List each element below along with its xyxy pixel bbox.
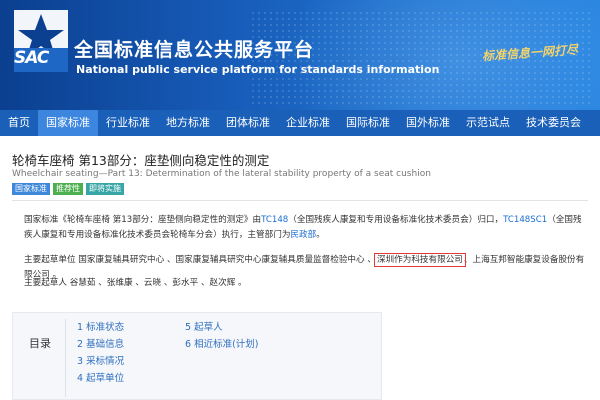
site-subtitle: National public service platform for sta… (76, 63, 440, 76)
toc-item[interactable]: 5 起草人 (185, 321, 258, 335)
standard-description: 国家标准《轮椅车座椅 第13部分：座垫侧向稳定性的测定》由TC148（全国残疾人… (24, 213, 589, 243)
nav-item-3[interactable]: 地方标准 (158, 110, 218, 136)
drafters: 主要起草人 谷慧茹 、张维康 、云晓 、彭水平 、赵次辉 。 (24, 278, 247, 288)
table-of-contents: 目录 1 标准状态 2 基础信息 3 采标情况 4 起草单位 5 起草人 6 相近标准(… (12, 312, 382, 400)
toc-item[interactable]: 2 基础信息 (77, 338, 124, 352)
ministry-link[interactable]: 民政部 (290, 230, 316, 240)
nav-item-9[interactable]: 技术委员会 (518, 110, 589, 136)
page-title-en: Wheelchair seating—Part 13: Determinatio… (12, 169, 431, 179)
status-badge-nature: 推荐性 (53, 183, 83, 195)
page-title: 轮椅车座椅 第13部分：座垫侧向稳定性的测定 (12, 153, 270, 168)
nav-item-0[interactable]: 首页 (0, 110, 38, 136)
nav-item-5[interactable]: 企业标准 (278, 110, 338, 136)
nav-item-4[interactable]: 团体标准 (218, 110, 278, 136)
nav-item-8[interactable]: 示范试点 (458, 110, 518, 136)
logo-text: SAC (14, 48, 49, 68)
highlighted-unit: 深圳作为科技有限公司 (373, 253, 466, 267)
nav-item-6[interactable]: 国际标准 (338, 110, 398, 136)
desc-text: （全国残疾人康复和专用设备标准化技术委员会）归口， (288, 215, 504, 225)
desc-text: 。 (316, 230, 325, 240)
nav-item-7[interactable]: 国外标准 (398, 110, 458, 136)
desc-text: 国家标准《轮椅车座椅 第13部分：座垫侧向稳定性的测定》由 (24, 215, 262, 225)
site-title: 全国标准信息公共服务平台 (74, 39, 315, 61)
toc-label: 目录 (29, 337, 51, 350)
status-badge-state: 即将实施 (86, 183, 124, 195)
toc-item[interactable]: 1 标准状态 (77, 321, 124, 335)
tc148sc1-link[interactable]: TC148SC1 (503, 215, 547, 225)
main-nav: 首页 国家标准 行业标准 地方标准 团体标准 企业标准 国际标准 国外标准 示范试点 技术委员会 (0, 110, 600, 136)
toc-column-2: 5 起草人 6 相近标准(计划) (185, 321, 258, 352)
tc148-link[interactable]: TC148 (261, 215, 288, 225)
toc-column-1: 1 标准状态 2 基础信息 3 采标情况 4 起草单位 (77, 321, 124, 386)
nav-item-1[interactable]: 国家标准 (38, 110, 98, 136)
toc-divider (65, 319, 66, 397)
status-badge-type: 国家标准 (12, 183, 50, 195)
units-text: 主要起草单位 国家康复辅具研究中心 、国家康复辅具研究中心康复辅具质量监督检验中… (24, 255, 376, 265)
nav-item-2[interactable]: 行业标准 (98, 110, 158, 136)
status-badges: 国家标准 推荐性 即将实施 (12, 183, 124, 195)
toc-item[interactable]: 3 采标情况 (77, 355, 124, 369)
site-banner: SAC 全国标准信息公共服务平台 National public service… (0, 0, 600, 110)
divider (12, 200, 588, 201)
toc-item[interactable]: 4 起草单位 (77, 372, 124, 386)
toc-item[interactable]: 6 相近标准(计划) (185, 338, 258, 352)
